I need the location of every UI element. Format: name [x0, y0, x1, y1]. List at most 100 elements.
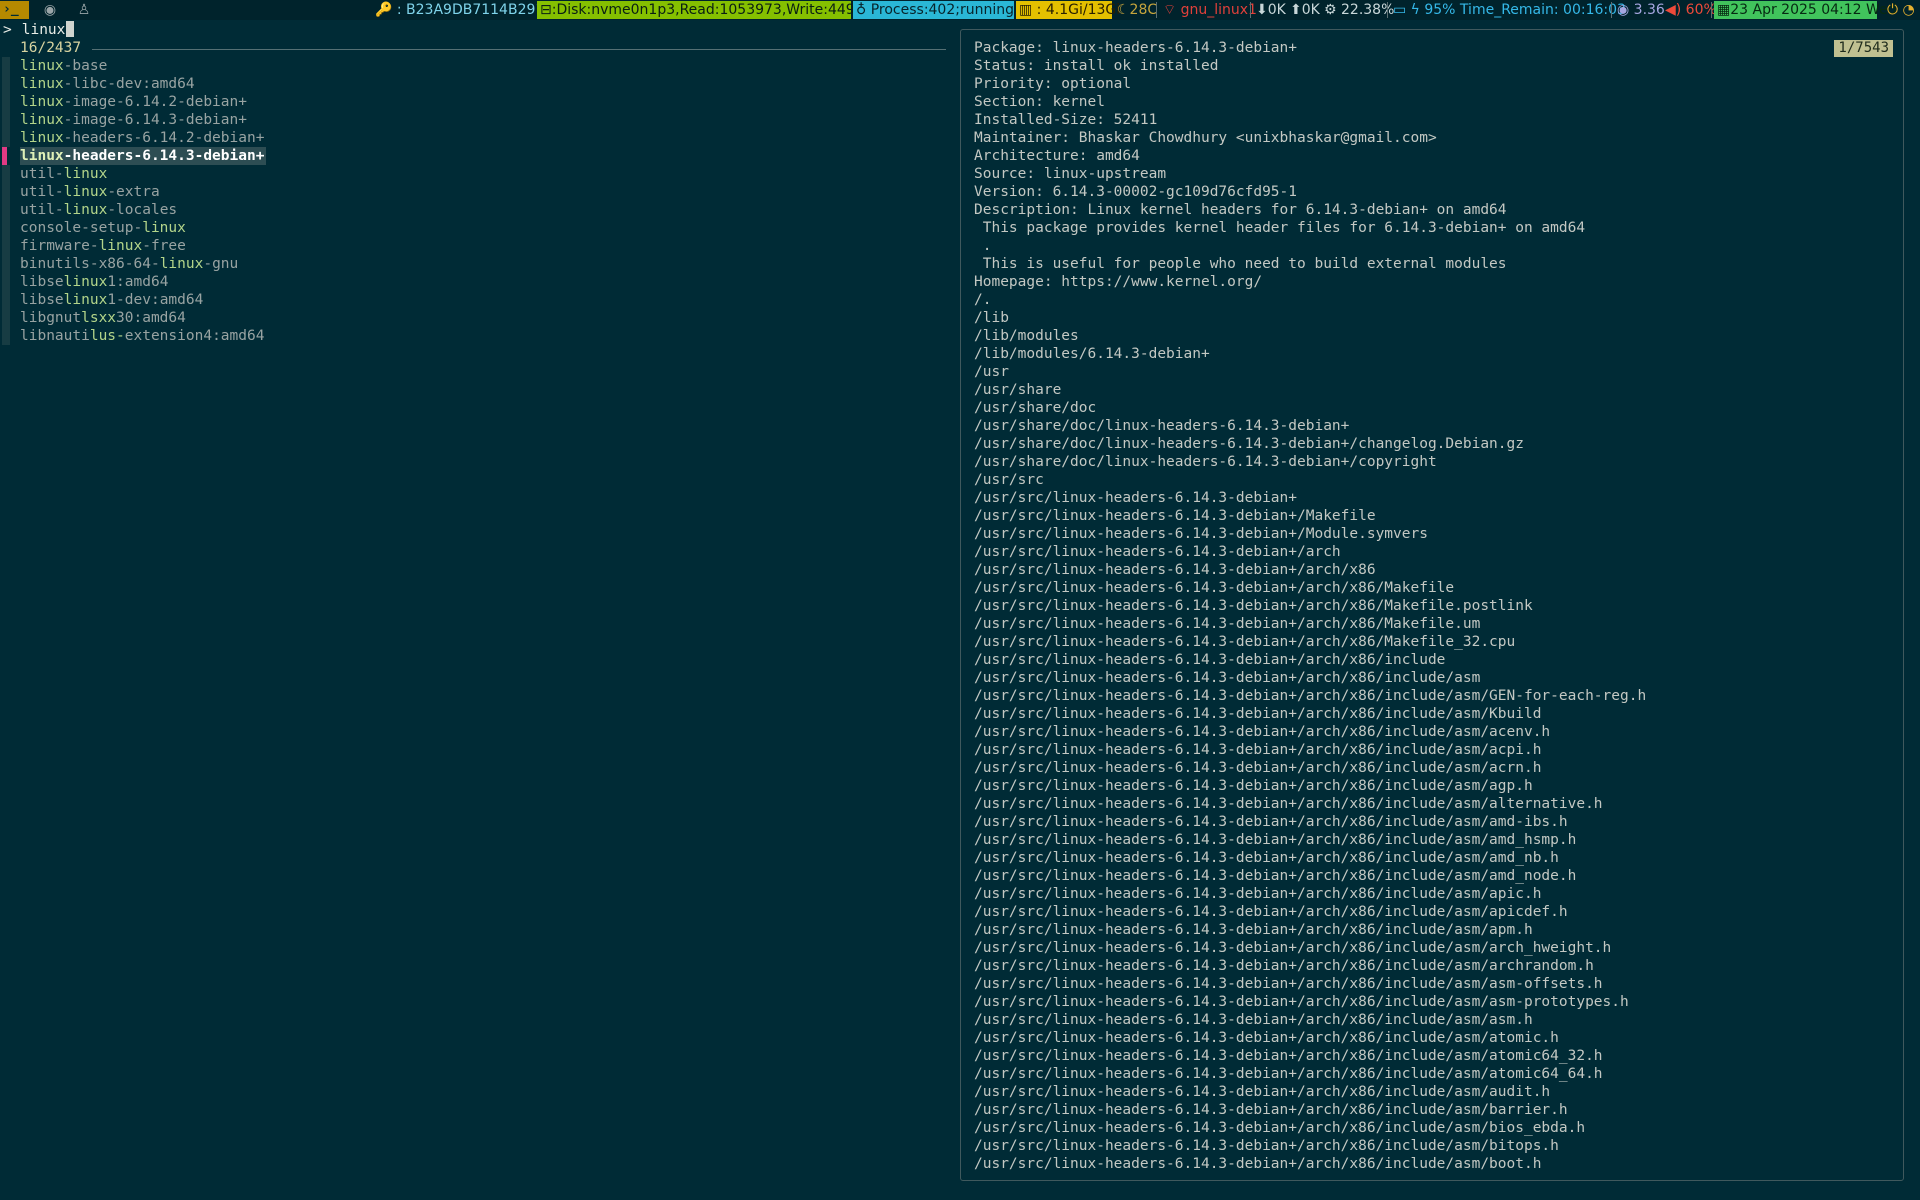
workspace-1-terminal-icon[interactable]: ›_: [0, 1, 29, 19]
preview-line: /usr/src/linux-headers-6.14.3-debian+/ar…: [974, 598, 1533, 614]
preview-line: /usr/share/doc/linux-headers-6.14.3-debi…: [974, 436, 1524, 452]
status-bar: ›_ ◉ ♙ 🔑 : B23A9DB7114B2915 ⊟:Disk:nvme0…: [0, 0, 1920, 20]
result-item[interactable]: linux-libc-dev:amd64: [0, 75, 955, 93]
preview-line: /usr/src/linux-headers-6.14.3-debian+/ar…: [974, 778, 1533, 794]
preview-line: This package provides kernel header file…: [974, 220, 1586, 236]
preview-line: /usr/src/linux-headers-6.14.3-debian+/ar…: [974, 1012, 1533, 1028]
result-label: linux-headers-6.14.2-debian+: [20, 129, 264, 147]
search-input[interactable]: linux: [22, 22, 66, 38]
result-item[interactable]: console-setup-linux: [0, 219, 955, 237]
preview-line: /usr/src/linux-headers-6.14.3-debian+/ar…: [974, 580, 1455, 596]
preview-line: /usr/src/linux-headers-6.14.3-debian+/ar…: [974, 976, 1603, 992]
result-gutter: [2, 165, 10, 183]
preview-line: /usr/src/linux-headers-6.14.3-debian+/ar…: [974, 796, 1603, 812]
preview-pane[interactable]: 1/7543 Package: linux-headers-6.14.3-deb…: [960, 29, 1904, 1181]
result-text-suffix: -gnu: [203, 256, 239, 272]
result-label: binutils-x86-64-linux-gnu: [20, 255, 238, 273]
result-text-match: linux: [63, 292, 108, 308]
result-text-match: linux: [63, 166, 108, 182]
disk-io-indicator: ⊟:Disk:nvme0n1p3,Read:1053973,Write:4492…: [537, 1, 881, 19]
result-item[interactable]: linux-headers-6.14.2-debian+: [0, 129, 955, 147]
result-label: linux-image-6.14.3-debian+: [20, 111, 247, 129]
separator: [1156, 2, 1157, 18]
result-text-match: linux: [20, 130, 64, 146]
result-text-suffix: 30:amd64: [116, 310, 186, 326]
result-item[interactable]: libnautilus-extension4:amd64: [0, 327, 955, 345]
preview-line: /usr/src/linux-headers-6.14.3-debian+/ar…: [974, 868, 1577, 884]
result-text-match: linux: [20, 94, 64, 110]
workspace-2-firefox-icon[interactable]: ◉: [38, 1, 62, 19]
preview-line: Section: kernel: [974, 94, 1105, 110]
result-gutter: [2, 129, 10, 147]
system-tray-icons[interactable]: ⏻ ◔: [1884, 1, 1918, 19]
result-text-suffix: -extra: [107, 184, 160, 200]
result-text-suffix: -libc-dev:amd64: [63, 76, 195, 92]
battery-indicator: ▭ ϟ 95% Time_Remain: 00:16:03: [1393, 2, 1626, 18]
result-item[interactable]: util-linux: [0, 165, 955, 183]
result-gutter: [2, 237, 10, 255]
datetime-indicator: ▦23 Apr 2025 04:12 Wed: [1714, 1, 1897, 19]
result-text-suffix: -image-6.14.2-debian+: [63, 94, 247, 110]
result-text-suffix: extension4:amd64: [124, 328, 265, 344]
preview-line: /usr/src/linux-headers-6.14.3-debian+/ar…: [974, 922, 1533, 938]
preview-line: /usr/share/doc/linux-headers-6.14.3-debi…: [974, 454, 1437, 470]
result-label: util-linux-locales: [20, 201, 177, 219]
preview-line: /usr/src/linux-headers-6.14.3-debian+: [974, 490, 1298, 506]
results-list: linux-base linux-libc-dev:amd64 linux-imag…: [0, 57, 955, 345]
preview-line: Status: install ok installed: [974, 58, 1219, 74]
result-text-suffix: -base: [63, 58, 108, 74]
result-text-prefix: binutils-x86-64-: [20, 256, 160, 272]
preview-line: /usr/src/linux-headers-6.14.3-debian+/ar…: [974, 1138, 1559, 1154]
result-item[interactable]: libselinux1-dev:amd64: [0, 291, 955, 309]
preview-line: /usr/share/doc/linux-headers-6.14.3-debi…: [974, 418, 1350, 434]
separator: [1250, 2, 1251, 18]
preview-line: /usr/src/linux-headers-6.14.3-debian+/ar…: [974, 1066, 1603, 1082]
result-text-match: lus-: [89, 328, 125, 344]
preview-line: This is useful for people who need to bu…: [974, 256, 1507, 272]
preview-line: Maintainer: Bhaskar Chowdhury <unixbhask…: [974, 130, 1437, 146]
preview-line: /usr/src/linux-headers-6.14.3-debian+/ar…: [974, 634, 1516, 650]
temperature-indicator: ☾28C: [1117, 2, 1158, 18]
result-text-prefix: util-: [20, 202, 64, 218]
preview-content: Package: linux-headers-6.14.3-debian+ Sta…: [974, 39, 1874, 1173]
result-item-selected[interactable]: linux-headers-6.14.3-debian+: [0, 147, 955, 165]
result-item[interactable]: linux-image-6.14.3-debian+: [0, 111, 955, 129]
result-item[interactable]: libselinux1:amd64: [0, 273, 955, 291]
result-text-suffix: -free: [142, 238, 186, 254]
result-text-suffix: -headers-6.14.3-debian+: [63, 148, 265, 164]
workspace-3-tux-icon[interactable]: ♙: [72, 1, 96, 19]
preview-line: /lib/modules: [974, 328, 1079, 344]
preview-line: Homepage: https://www.kernel.org/: [974, 274, 1263, 290]
result-gutter: [2, 93, 10, 111]
preview-line: /usr/src/linux-headers-6.14.3-debian+/ar…: [974, 904, 1568, 920]
match-count-divider: [92, 49, 946, 50]
result-item[interactable]: libgnutlsxx30:amd64: [0, 309, 955, 327]
result-gutter: [2, 291, 10, 309]
result-label: linux-libc-dev:amd64: [20, 75, 195, 93]
preview-line: Priority: optional: [974, 76, 1132, 92]
preview-line: /usr/src/linux-headers-6.14.3-debian+/ar…: [974, 652, 1446, 668]
preview-line: Version: 6.14.3-00002-gc109d76cfd95-1: [974, 184, 1298, 200]
result-gutter: [2, 111, 10, 129]
search-prompt[interactable]: > linux: [3, 21, 75, 39]
result-item[interactable]: util-linux-locales: [0, 201, 955, 219]
preview-line: /usr/src/linux-headers-6.14.3-debian+/ar…: [974, 1120, 1586, 1136]
preview-line: /usr/src/linux-headers-6.14.3-debian+/ar…: [974, 670, 1481, 686]
preview-line: /usr/src/linux-headers-6.14.3-debian+/ar…: [974, 886, 1542, 902]
process-indicator: ♁ Process:402;running:2: [853, 1, 1028, 19]
result-item[interactable]: util-linux-extra: [0, 183, 955, 201]
result-text-suffix: -headers-6.14.2-debian+: [63, 130, 265, 146]
preview-line: /usr/src/linux-headers-6.14.3-debian+/ar…: [974, 544, 1341, 560]
result-gutter: [2, 201, 10, 219]
match-count: 16/2437: [20, 40, 82, 56]
result-gutter: [2, 147, 7, 165]
result-label: util-linux: [20, 165, 107, 183]
result-item[interactable]: linux-image-6.14.2-debian+: [0, 93, 955, 111]
result-item[interactable]: binutils-x86-64-linux-gnu: [0, 255, 955, 273]
result-text-match: linux: [63, 274, 108, 290]
preview-line: Description: Linux kernel headers for 6.…: [974, 202, 1507, 218]
result-item[interactable]: linux-base: [0, 57, 955, 75]
result-item[interactable]: firmware-linux-free: [0, 237, 955, 255]
preview-line: /usr/src/linux-headers-6.14.3-debian+/ar…: [974, 616, 1481, 632]
separator: [1611, 2, 1612, 18]
